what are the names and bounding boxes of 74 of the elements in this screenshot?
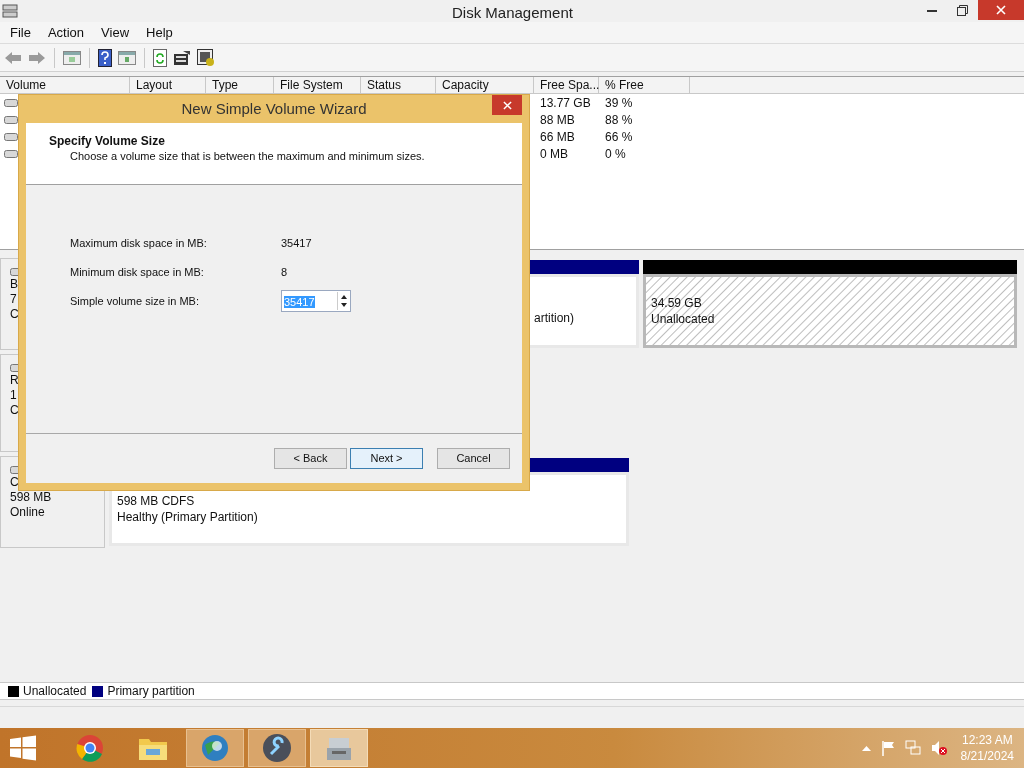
disk-label-text: 598 MB <box>10 490 52 505</box>
browser-icon[interactable] <box>76 734 104 762</box>
table-cell-text: 0 % <box>604 145 627 163</box>
forward-icon[interactable] <box>28 50 46 65</box>
help-icon[interactable] <box>98 48 112 67</box>
partition-text: artition) <box>534 310 574 326</box>
column-header[interactable]: Layout <box>130 77 206 93</box>
partition-text: Unallocated <box>651 311 716 327</box>
field-label: Maximum disk space in MB: <box>70 236 208 251</box>
panel-icon[interactable] <box>118 49 136 66</box>
globe-icon[interactable] <box>200 733 230 763</box>
properties-icon[interactable] <box>173 49 191 66</box>
disk-label-text: C <box>10 475 19 490</box>
window-title: Disk Management <box>452 3 573 23</box>
column-header[interactable]: Free Spa... <box>534 77 599 93</box>
column-header[interactable]: Volume <box>0 77 130 93</box>
dialog-button[interactable]: < Back <box>274 448 347 469</box>
restore-icon[interactable] <box>957 5 968 16</box>
close-button[interactable] <box>492 95 522 115</box>
column-header[interactable]: Capacity <box>436 77 534 93</box>
field-label: Minimum disk space in MB: <box>70 265 205 280</box>
back-icon[interactable] <box>4 50 22 65</box>
table-cell-text: 39 % <box>604 94 634 112</box>
partition-text: Healthy (Primary Partition) <box>117 509 259 525</box>
console-icon[interactable] <box>63 49 81 66</box>
table-cell-text: 0 MB <box>539 145 569 163</box>
close-icon <box>502 100 512 110</box>
close-icon <box>996 5 1006 15</box>
clock-time: 12:23 AM <box>961 732 1013 748</box>
wrench-icon[interactable] <box>262 733 292 763</box>
disk-label-text: B <box>10 277 18 292</box>
app-icon <box>2 3 18 19</box>
column-header[interactable]: % Free <box>599 77 690 93</box>
table-cell-text: 66 MB <box>539 128 576 146</box>
dialog-title: New Simple Volume Wizard <box>180 98 368 119</box>
disk-label-text: R <box>10 373 19 388</box>
disk-label-text: C <box>10 307 19 322</box>
menu-item[interactable]: Help <box>140 22 179 43</box>
menu-item[interactable]: File <box>4 22 37 43</box>
partition-text: 598 MB CDFS <box>117 493 196 509</box>
field-label: Simple volume size in MB: <box>70 294 200 309</box>
column-header[interactable]: Type <box>206 77 274 93</box>
flag-icon[interactable] <box>880 740 895 756</box>
dialog-button[interactable]: Cancel <box>437 448 510 469</box>
menu-item[interactable]: Action <box>41 22 91 43</box>
field-value: 8 <box>281 265 288 280</box>
menu-item[interactable]: View <box>95 22 136 43</box>
disk-label-text: 1 <box>10 388 17 403</box>
column-header[interactable]: Status <box>361 77 436 93</box>
disk-label-text: Online <box>10 505 45 520</box>
settings-icon[interactable] <box>197 48 215 67</box>
field-value: 35417 <box>281 236 312 251</box>
column-header[interactable]: File System <box>274 77 361 93</box>
legend-label: Unallocated <box>23 683 87 700</box>
disk-label-text: 7 <box>10 292 17 307</box>
chevron-up-icon[interactable] <box>861 745 871 751</box>
clock-date: 8/21/2024 <box>960 748 1014 764</box>
table-cell-text: 88 MB <box>539 111 576 129</box>
wizard-heading: Specify Volume Size <box>49 134 166 149</box>
table-cell-text: 88 % <box>604 111 634 129</box>
speaker-muted-icon[interactable] <box>930 740 947 756</box>
minimize-icon[interactable] <box>927 10 937 13</box>
partition-block[interactable]: 34.59 GB Unallocated <box>643 274 1017 348</box>
close-button[interactable] <box>978 0 1024 20</box>
wizard-subheading: Choose a volume size that is between the maximum and minimum sizes. <box>69 149 426 164</box>
table-cell-text: 66 % <box>604 128 634 146</box>
spinner-value: 35417 <box>284 296 315 308</box>
partition-text: 34.59 GB <box>651 295 703 311</box>
disk-label-text: C <box>10 403 19 418</box>
refresh-icon[interactable] <box>153 48 167 67</box>
legend-label: Primary partition <box>107 683 195 700</box>
table-cell-text: 13.77 GB <box>539 94 592 112</box>
dialog-button[interactable]: Next > <box>350 448 423 469</box>
start-icon[interactable] <box>10 735 36 761</box>
